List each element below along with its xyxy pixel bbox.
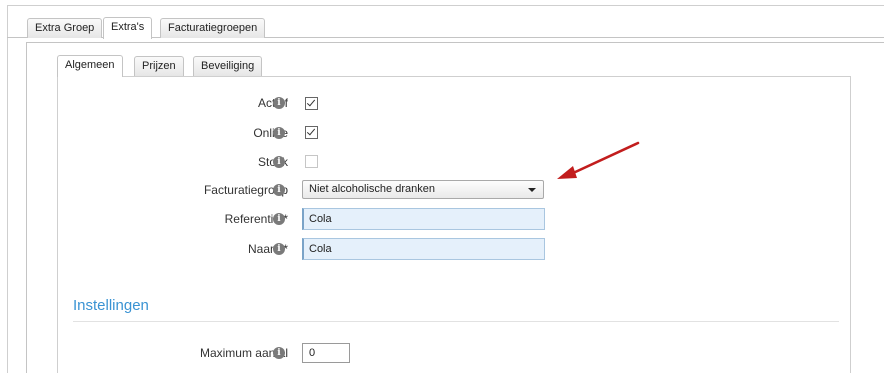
- info-icon[interactable]: i: [273, 97, 285, 109]
- referentie-input[interactable]: Cola: [302, 208, 545, 230]
- red-arrow-annotation: [557, 141, 640, 179]
- actief-checkbox[interactable]: [305, 97, 318, 110]
- tab-facturatiegroepen[interactable]: Facturatiegroepen: [160, 18, 266, 38]
- check-icon: [306, 97, 316, 107]
- chevron-down-icon: [528, 188, 536, 192]
- section-title-instellingen: Instellingen: [73, 297, 149, 314]
- tab-prijzen[interactable]: Prijzen: [134, 56, 184, 76]
- facturatiegroep-value: Niet alcoholische dranken: [309, 183, 435, 195]
- check-icon: [306, 126, 316, 136]
- facturatiegroep-select[interactable]: Niet alcoholische dranken: [302, 180, 544, 199]
- tab-beveiliging[interactable]: Beveiliging: [193, 56, 263, 76]
- tab-extras[interactable]: Extra's: [103, 17, 153, 39]
- info-icon[interactable]: i: [273, 156, 285, 168]
- info-icon[interactable]: i: [273, 213, 285, 225]
- info-icon[interactable]: i: [273, 347, 285, 359]
- maximum-aantal-input[interactable]: 0: [302, 343, 350, 363]
- info-icon[interactable]: i: [273, 184, 285, 196]
- section-divider: [73, 321, 839, 322]
- tab-algemeen[interactable]: Algemeen: [57, 55, 123, 77]
- info-icon[interactable]: i: [273, 243, 285, 255]
- outer-tab-strip-line-right: [277, 37, 884, 38]
- online-checkbox[interactable]: [305, 126, 318, 139]
- arrow-shaft: [569, 141, 640, 176]
- info-icon[interactable]: i: [273, 127, 285, 139]
- arrow-head: [557, 166, 577, 179]
- stock-checkbox[interactable]: [305, 155, 318, 168]
- tab-extra-groep[interactable]: Extra Groep: [27, 18, 103, 38]
- naam-input[interactable]: Cola: [302, 238, 545, 260]
